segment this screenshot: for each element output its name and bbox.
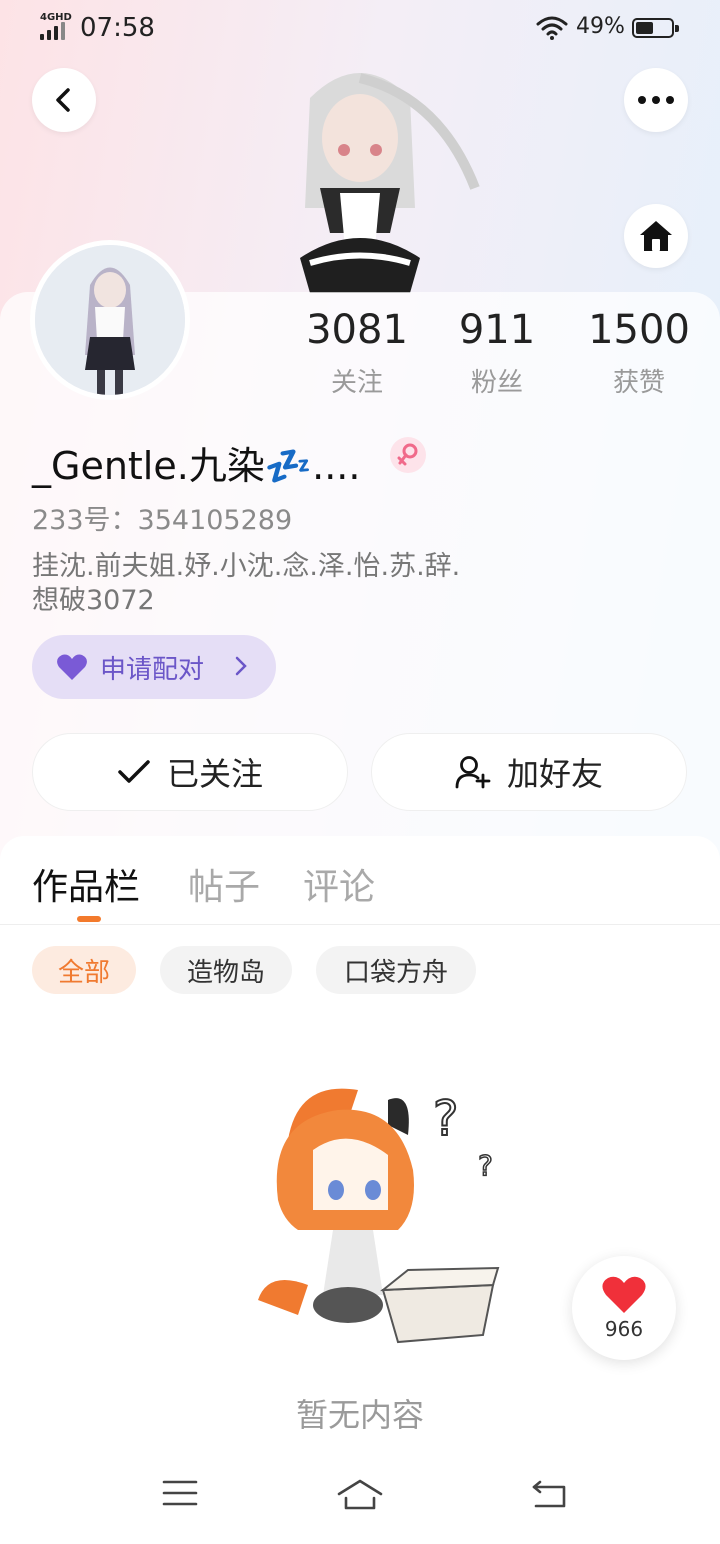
bio: 挂沈.前夫姐.妤.小沈.念.泽.怡.苏.辞. 想破3072 [32, 550, 532, 618]
home-button[interactable] [624, 204, 688, 268]
likes-count: 1500 [588, 307, 690, 353]
system-nav-bar [0, 1460, 720, 1544]
heart-icon [602, 1276, 646, 1313]
tab-works[interactable]: 作品栏 [32, 858, 140, 910]
filter-chip-creation-island[interactable]: 造物岛 [160, 946, 292, 994]
divider [0, 924, 720, 925]
wifi-icon [536, 16, 568, 40]
status-bar: 4GHD 07:58 49% [0, 0, 720, 58]
menu-icon[interactable] [162, 1478, 198, 1508]
filter-chip-all[interactable]: 全部 [32, 946, 136, 994]
like-button[interactable]: 966 [572, 1256, 676, 1360]
bio-line: 想破3072 [32, 585, 155, 616]
chevron-left-icon [56, 88, 70, 112]
add-user-icon [455, 756, 491, 789]
user-id: 233号：354105289 [32, 505, 293, 536]
svg-text:?: ? [433, 1091, 458, 1147]
empty-state-illustration: ? ? [258, 1088, 500, 1344]
stat-likes[interactable]: 1500 获赞 [569, 308, 709, 399]
add-friend-button[interactable]: 加好友 [371, 733, 687, 811]
followers-count: 911 [458, 307, 536, 353]
avatar-image [35, 245, 185, 395]
battery-icon [632, 18, 679, 38]
chevron-right-icon [235, 656, 247, 676]
check-icon [118, 760, 150, 783]
avatar[interactable] [30, 240, 190, 400]
cover-character-image [300, 73, 480, 293]
username: _Gentle.九染💤.... [32, 444, 361, 488]
bio-line: 挂沈.前夫姐.妤.小沈.念.泽.怡.苏.辞. [32, 551, 461, 582]
apply-pair-button[interactable]: 申请配对 [32, 635, 276, 699]
likes-label: 获赞 [612, 368, 665, 398]
following-label: 关注 [330, 368, 383, 398]
stat-following[interactable]: 3081 关注 [287, 308, 427, 399]
back-icon[interactable] [530, 1478, 568, 1510]
female-icon [390, 437, 426, 473]
clock: 07:58 [80, 13, 155, 43]
battery-percent: 49% [576, 14, 625, 39]
following-count: 3081 [306, 307, 408, 353]
back-button[interactable] [32, 68, 96, 132]
more-dots-icon [638, 96, 674, 104]
home-icon [640, 221, 672, 251]
svg-text:?: ? [478, 1149, 493, 1182]
signal-icon: 4GHD [38, 12, 74, 42]
more-button[interactable] [624, 68, 688, 132]
filter-chip-pocket-ark[interactable]: 口袋方舟 [316, 946, 476, 994]
tab-posts[interactable]: 帖子 [188, 858, 260, 910]
stat-followers[interactable]: 911 粉丝 [427, 308, 567, 399]
purple-heart-icon [57, 654, 87, 680]
like-count: 966 [604, 1317, 644, 1341]
followers-label: 粉丝 [470, 368, 523, 398]
followed-button[interactable]: 已关注 [32, 733, 348, 811]
tab-comments[interactable]: 评论 [303, 858, 375, 910]
add-friend-label: 加好友 [506, 755, 603, 793]
followed-label: 已关注 [166, 755, 263, 793]
home-icon[interactable] [336, 1478, 384, 1512]
apply-pair-label: 申请配对 [100, 654, 205, 685]
network-type: 4GHD [40, 12, 72, 23]
empty-state-text: 暂无内容 [295, 1396, 424, 1434]
tab-indicator [77, 916, 101, 922]
